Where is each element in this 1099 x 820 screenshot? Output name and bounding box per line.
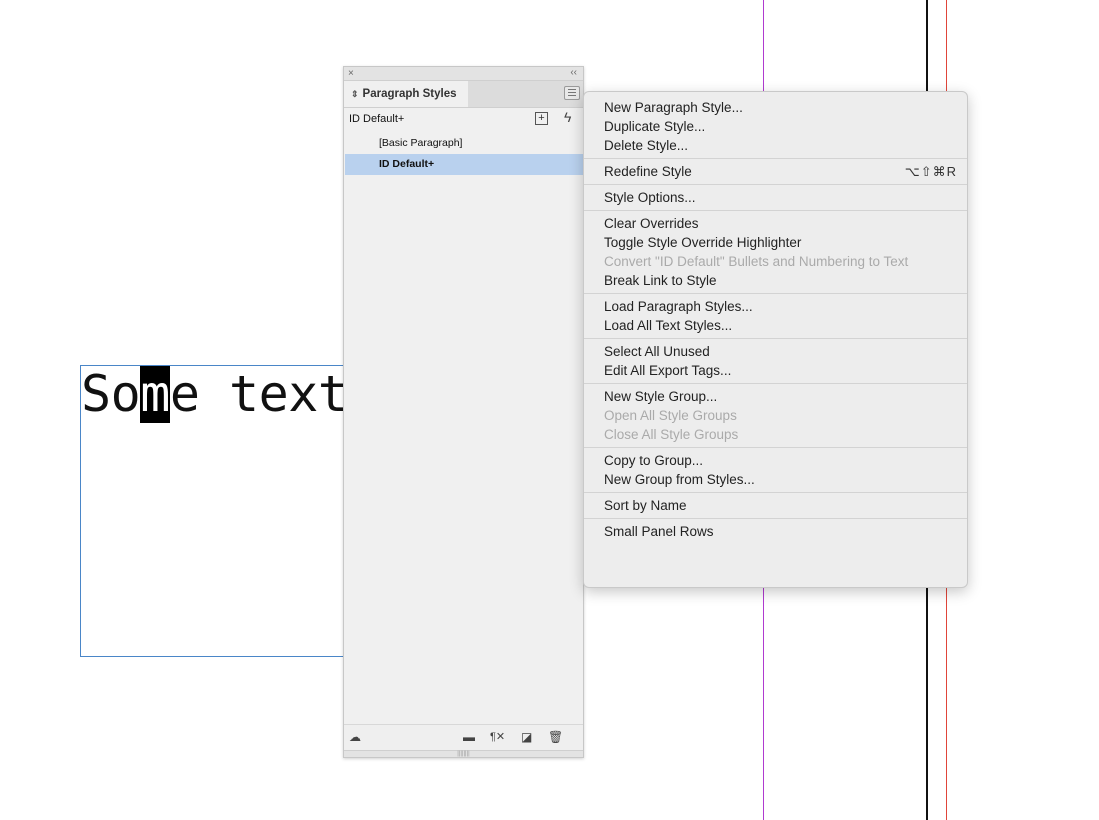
menu-item-select-all-unused[interactable]: Select All Unused: [584, 342, 967, 361]
menu-item-break-link[interactable]: Break Link to Style: [584, 271, 967, 290]
menu-group: Style Options...: [584, 185, 967, 211]
menu-item-open-all-groups: Open All Style Groups: [604, 408, 737, 423]
menu-item-copy-to-group[interactable]: Copy to Group...: [584, 451, 967, 470]
menu-group: Redefine Style ⌥⇧⌘R: [584, 159, 967, 185]
text-after-selection: e text: [169, 365, 348, 423]
folder-icon[interactable]: ▬: [463, 729, 475, 745]
menu-item-load-paragraph-styles[interactable]: Load Paragraph Styles...: [584, 297, 967, 316]
sort-arrows-icon: ⇕: [351, 89, 359, 99]
menu-item-style-options[interactable]: Style Options...: [584, 188, 967, 207]
menu-group: Select All Unused Edit All Export Tags..…: [584, 339, 967, 384]
menu-item-duplicate-style[interactable]: Duplicate Style...: [584, 117, 967, 136]
menu-item-label: Redefine Style: [604, 164, 692, 179]
collapse-icon[interactable]: ‹‹: [570, 67, 577, 79]
tab-label: Paragraph Styles: [362, 88, 457, 100]
menu-item-sort-by-name[interactable]: Sort by Name: [584, 496, 967, 515]
clear-overrides-icon[interactable]: ¶✕: [490, 729, 505, 745]
menu-group: Clear Overrides Toggle Style Override Hi…: [584, 211, 967, 294]
panel-context-menu: New Paragraph Style... Duplicate Style..…: [583, 91, 968, 588]
style-list-item[interactable]: [Basic Paragraph]: [345, 133, 583, 154]
menu-group: Sort by Name: [584, 493, 967, 519]
menu-group: New Paragraph Style... Duplicate Style..…: [584, 95, 967, 159]
close-icon[interactable]: ×: [348, 67, 354, 80]
menu-item-edit-export-tags[interactable]: Edit All Export Tags...: [584, 361, 967, 380]
menu-item-new-style-group[interactable]: New Style Group...: [584, 387, 967, 406]
menu-item-toggle-override-highlighter[interactable]: Toggle Style Override Highlighter: [584, 233, 967, 252]
resize-grip-icon[interactable]: ||||||||: [344, 750, 583, 757]
text-frame[interactable]: Some text: [80, 365, 348, 657]
style-list: [Basic Paragraph] ID Default+: [345, 133, 583, 175]
menu-group: Load Paragraph Styles... Load All Text S…: [584, 294, 967, 339]
cc-libraries-icon[interactable]: ☁: [349, 729, 361, 745]
panel-tabbar: ⇕ Paragraph Styles: [344, 81, 583, 108]
trash-icon[interactable]: 🗑: [548, 729, 563, 745]
menu-item-load-all-text-styles[interactable]: Load All Text Styles...: [584, 316, 967, 335]
menu-item-new-group-from-styles[interactable]: New Group from Styles...: [584, 470, 967, 489]
quick-apply-icon[interactable]: ϟ: [564, 109, 571, 125]
menu-item-new-paragraph-style[interactable]: New Paragraph Style...: [584, 98, 967, 117]
menu-item-clear-overrides[interactable]: Clear Overrides: [584, 214, 967, 233]
menu-shortcut: ⌥⇧⌘R: [904, 164, 957, 179]
menu-item-convert-bullets: Convert "ID Default" Bullets and Numberi…: [604, 254, 909, 269]
panel-menu-icon[interactable]: [564, 86, 580, 100]
current-style-label: ID Default+: [349, 113, 405, 125]
text-selection: m: [140, 365, 170, 423]
paragraph-styles-panel: × ‹‹ ⇕ Paragraph Styles ID Default+ + ϟ […: [343, 66, 584, 758]
menu-group: New Style Group... Open All Style Groups…: [584, 384, 967, 448]
menu-item-small-panel-rows[interactable]: Small Panel Rows: [584, 522, 967, 541]
new-page-icon[interactable]: ◪: [521, 729, 532, 745]
menu-item-delete-style[interactable]: Delete Style...: [584, 136, 967, 155]
text-content[interactable]: Some text: [81, 365, 348, 423]
menu-group: Copy to Group... New Group from Styles..…: [584, 448, 967, 493]
panel-titlebar[interactable]: × ‹‹: [344, 67, 583, 81]
style-list-item-selected[interactable]: ID Default+: [345, 154, 583, 175]
text-before-selection: So: [81, 365, 141, 423]
tab-paragraph-styles[interactable]: ⇕ Paragraph Styles: [344, 81, 468, 107]
new-style-icon[interactable]: +: [535, 112, 548, 125]
panel-footer: ☁ ▬ ¶✕ ◪ 🗑: [344, 724, 583, 751]
menu-group: Small Panel Rows: [584, 519, 967, 544]
menu-item-close-all-groups: Close All Style Groups: [604, 427, 739, 442]
menu-item-redefine-style[interactable]: Redefine Style ⌥⇧⌘R: [584, 162, 967, 181]
